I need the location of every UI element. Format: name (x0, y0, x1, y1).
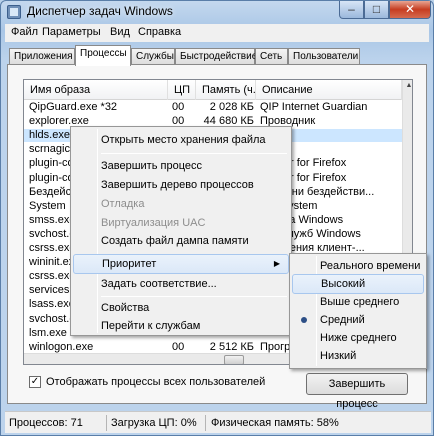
priority-submenu: Реального времени Высокий Выше среднего … (289, 253, 427, 369)
cell-cpu: 00 (172, 340, 185, 353)
cell-memory: 2 028 КБ (209, 101, 254, 113)
status-separator (205, 415, 206, 431)
priority-below-normal[interactable]: Ниже среднего (292, 328, 424, 348)
column-memory[interactable]: Память (ч... (196, 80, 256, 100)
ctx-go-to-services[interactable]: Перейти к службам (73, 316, 289, 336)
tab-network[interactable]: Сеть (255, 48, 288, 65)
ctx-end-process-tree[interactable]: Завершить дерево процессов (73, 175, 289, 195)
ctx-end-process[interactable]: Завершить процесс (73, 156, 289, 176)
priority-high[interactable]: Высокий (292, 274, 424, 294)
ctx-priority-label: Приоритет (102, 258, 157, 270)
status-separator (106, 415, 107, 431)
task-manager-icon (7, 5, 21, 19)
tab-services[interactable]: Службы (131, 48, 175, 65)
menu-view[interactable]: Вид (110, 26, 130, 38)
ctx-create-dump-file[interactable]: Создать файл дампа памяти (73, 231, 289, 251)
tab-strip: Приложения Процессы Службы Быстродействи… (7, 45, 427, 66)
show-all-users-checkbox[interactable]: ✓ (29, 376, 41, 388)
cell-cpu: 00 (172, 101, 185, 113)
tab-users[interactable]: Пользователи (288, 48, 360, 65)
status-physical-memory: Физическая память: 58% (211, 417, 339, 429)
menu-help[interactable]: Справка (138, 26, 181, 38)
tab-processes[interactable]: Процессы (75, 45, 131, 66)
column-cpu[interactable]: ЦП (168, 80, 196, 100)
priority-realtime[interactable]: Реального времени (292, 256, 424, 276)
column-description[interactable]: Описание (256, 80, 402, 100)
scroll-up-arrow-icon[interactable]: ▲ (403, 80, 412, 92)
table-row[interactable]: QipGuard.exe *32 00 2 028 КБ QIP Internet G… (24, 101, 402, 114)
window-title: Диспетчер задач Windows (27, 4, 173, 18)
process-context-menu: Открыть место хранения файла Завершить п… (70, 126, 292, 336)
cell-memory: 2 512 КБ (209, 340, 254, 353)
title-bar[interactable]: Диспетчер задач Windows – □ ✕ (1, 1, 433, 23)
priority-normal-label: Средний (320, 314, 365, 326)
ctx-separator (101, 296, 287, 297)
ctx-properties[interactable]: Свойства (73, 298, 289, 318)
tab-performance[interactable]: Быстродействие (175, 48, 257, 65)
selected-radio-icon (301, 317, 307, 323)
submenu-arrow-icon: ▶ (273, 259, 280, 268)
ctx-priority[interactable]: Приоритет ▶ (73, 254, 289, 274)
maximize-button[interactable]: □ (364, 1, 389, 19)
ctx-set-affinity[interactable]: Задать соответствие... (73, 274, 289, 294)
end-process-button[interactable]: Завершить процесс (306, 373, 408, 410)
ctx-open-file-location[interactable]: Открыть место хранения файла (73, 130, 289, 150)
cell-description: QIP Internet Guardian (260, 101, 368, 113)
status-process-count: Процессов: 71 (9, 417, 83, 429)
priority-normal[interactable]: Средний (292, 310, 424, 330)
show-all-users-label: Отображать процессы всех пользователей (46, 376, 266, 388)
ctx-uac-virtualization: Виртуализация UAC (101, 217, 206, 229)
status-cpu-usage: Загрузка ЦП: 0% (111, 417, 197, 429)
status-bar: Процессов: 71 Загрузка ЦП: 0% Физическая… (5, 411, 431, 433)
ctx-separator (101, 153, 287, 154)
horizontal-scroll-thumb[interactable] (224, 355, 244, 364)
minimize-button[interactable]: – (339, 1, 364, 19)
menu-bar: Файл Параметры Вид Справка (5, 24, 429, 42)
close-button[interactable]: ✕ (389, 1, 431, 19)
column-header-row: Имя образа ЦП Память (ч... Описание (24, 80, 402, 100)
tab-applications[interactable]: Приложения (9, 48, 75, 65)
menu-file[interactable]: Файл (11, 26, 38, 38)
ctx-debug: Отладка (101, 198, 145, 210)
priority-above-normal[interactable]: Выше среднего (292, 292, 424, 312)
cell-image-name: QipGuard.exe *32 (29, 101, 118, 113)
column-image-name[interactable]: Имя образа (24, 80, 168, 100)
priority-low[interactable]: Низкий (292, 346, 424, 366)
menu-options[interactable]: Параметры (42, 26, 101, 38)
cell-image-name: winlogon.exe (29, 340, 94, 353)
